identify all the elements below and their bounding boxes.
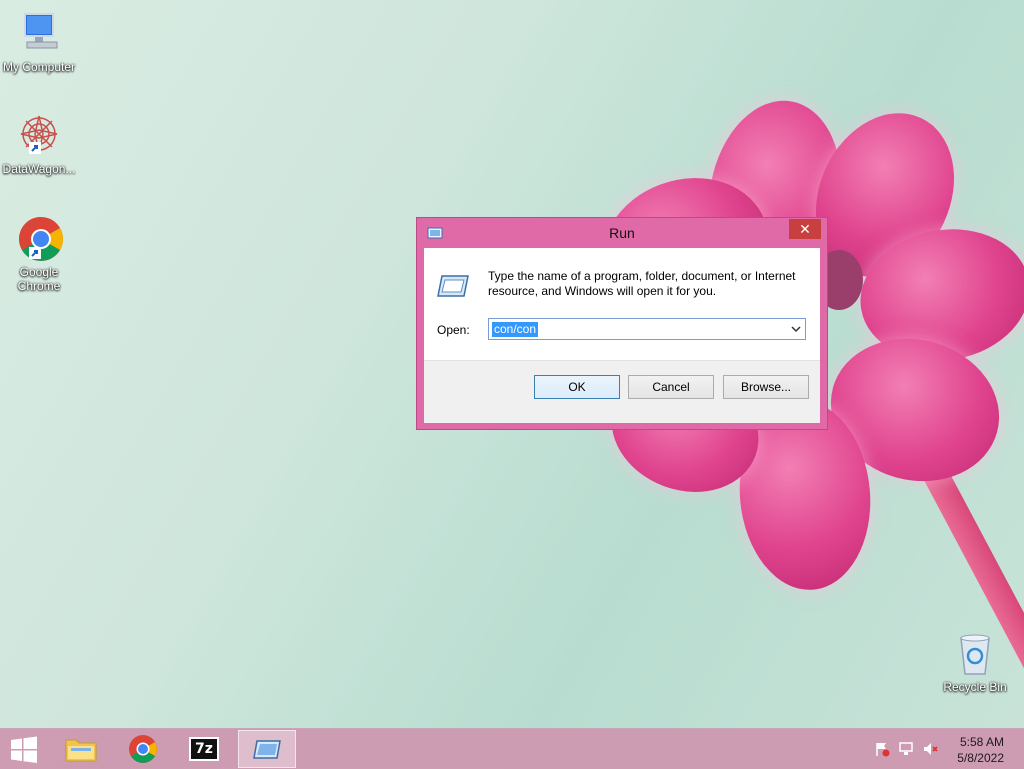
datawagon-icon [15,112,63,160]
chevron-down-icon[interactable] [789,321,803,337]
desktop-icon-label: Recycle Bin [943,680,1007,694]
desktop-icon-label: My Computer [2,60,76,74]
desktop-icon-label: DataWagon... [2,162,76,176]
desktop-icon-my-computer[interactable]: My Computer [0,10,79,74]
chrome-icon [129,735,157,763]
desktop-icon-recycle-bin[interactable]: Recycle Bin [935,630,1015,694]
recycle-bin-icon [951,630,999,678]
desktop-icon-label: Google Chrome [17,265,61,293]
taskbar-google-chrome[interactable] [114,730,172,768]
taskbar-run-dialog[interactable] [238,730,296,768]
action-center-flag-icon[interactable] [874,741,890,757]
dialog-footer: OK Cancel Browse... [424,360,820,423]
dialog-description: Type the name of a program, folder, docu… [488,269,796,298]
desktop-icon-datawagon[interactable]: DataWagon... [0,112,79,176]
taskbar-clock[interactable]: 5:58 AM 5/8/2022 [957,734,1004,766]
taskbar-7zip[interactable]: 7z [176,730,234,768]
taskbar-file-explorer[interactable] [52,730,110,768]
run-dialog: Run ✕ Type the name of a program, folder… [416,217,828,430]
close-button[interactable]: ✕ [789,219,821,239]
ok-button[interactable]: OK [534,375,620,399]
windows-logo-icon [11,736,37,763]
folder-icon [65,739,97,762]
network-icon[interactable] [898,741,914,757]
close-icon: ✕ [799,221,811,237]
clock-time: 5:58 AM [959,735,1004,749]
clock-date: 5/8/2022 [957,751,1004,765]
dialog-titlebar[interactable]: Run ✕ [417,218,827,248]
taskbar: 7z 5:58 AM 5/8/2022 [0,728,1024,769]
dialog-client: Type the name of a program, folder, docu… [424,248,820,423]
run-icon [253,740,281,759]
run-program-icon [436,274,470,300]
start-button[interactable] [0,730,48,768]
volume-muted-icon[interactable] [922,741,938,757]
7zip-icon: 7z [189,737,219,761]
computer-icon [15,10,63,58]
desktop-icon-google-chrome[interactable]: Google Chrome [0,215,79,293]
open-input-value[interactable]: con/con [492,322,539,337]
browse-button[interactable]: Browse... [723,375,809,399]
cancel-button[interactable]: Cancel [628,375,714,399]
open-combobox[interactable]: con/con [488,318,806,340]
chrome-icon [15,215,63,263]
open-label: Open: [437,323,470,337]
dialog-title: Run [609,225,635,241]
